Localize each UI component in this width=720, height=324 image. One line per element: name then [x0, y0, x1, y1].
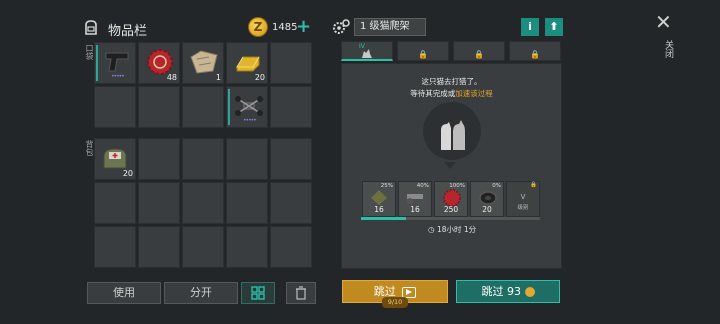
lock-icon: 🔒 [530, 50, 540, 59]
resource-slot-cloth[interactable]: 25% 16 [362, 181, 396, 217]
slot-bottlecaps[interactable]: 48 [138, 42, 180, 84]
slot-empty[interactable] [182, 182, 224, 224]
level-roman: V [520, 193, 526, 201]
timer: ◷ 18小时 1分 [428, 224, 476, 235]
item-quantity: 48 [166, 73, 177, 82]
durability-bar [96, 45, 98, 81]
coin-icon [524, 287, 535, 297]
wait-text: 等待其完成或 [410, 89, 456, 98]
cat-portrait [423, 102, 481, 160]
bottlecap-icon [147, 49, 173, 75]
skip-coins-button[interactable]: 跳过 93 [456, 280, 560, 303]
item-quantity: 1 [215, 73, 221, 82]
resource-slot-bottlecap[interactable]: 100% 250 [434, 181, 468, 217]
item-quantity: 20 [254, 73, 265, 82]
slot-gold-bar[interactable]: 20 [226, 42, 268, 84]
tab-level: IV [359, 43, 365, 50]
slot-empty[interactable] [182, 86, 224, 128]
medical-bag-icon [103, 148, 127, 169]
durability-bar [228, 89, 230, 125]
gold-bar-icon [236, 56, 260, 72]
progress-fill [361, 217, 406, 220]
slot-empty[interactable] [270, 42, 312, 84]
sort-grid-button[interactable] [241, 282, 275, 304]
use-button[interactable]: 使用 [87, 282, 161, 304]
tab-locked-2[interactable]: 🔒 [397, 41, 449, 61]
level-label: 级别 [517, 205, 529, 211]
pipe-icon [407, 194, 423, 204]
inventory-title: 物品栏 [108, 24, 148, 39]
skip-cost: 93 [507, 285, 521, 298]
slot-empty[interactable] [138, 86, 180, 128]
slot-empty[interactable] [226, 226, 268, 268]
lock-icon: 🔒 [530, 182, 537, 188]
skip-coins-label: 跳过 [481, 285, 504, 298]
slot-empty[interactable] [226, 182, 268, 224]
slot-empty[interactable] [94, 86, 136, 128]
slot-empty[interactable] [226, 138, 268, 180]
slot-empty[interactable] [94, 182, 136, 224]
ad-skips-remaining: 9/10 [382, 297, 408, 308]
slot-empty[interactable] [270, 182, 312, 224]
split-button[interactable]: 分开 [164, 282, 238, 304]
pistol-icon [105, 52, 129, 72]
quality-dots: ••••• [243, 117, 257, 124]
structure-title: 1 级猫爬架 [354, 18, 426, 36]
slot-drone[interactable]: ••••• [226, 86, 268, 128]
slot-medical-bag[interactable]: 20 [94, 138, 136, 180]
slot-empty[interactable] [138, 226, 180, 268]
coin-icon: Z [248, 17, 268, 37]
tab-cat-slot-1[interactable]: IV [341, 41, 393, 61]
slot-empty[interactable] [270, 138, 312, 180]
inventory-header: 物品栏 Z 1485 + [82, 14, 314, 42]
resource-slot-pipe[interactable]: 40% 16 [398, 181, 432, 217]
resource-slot-locked[interactable]: 🔒 V 级别 [506, 181, 540, 217]
slot-pistol[interactable]: ••••• [94, 42, 136, 84]
slot-empty[interactable] [270, 86, 312, 128]
tab-locked-3[interactable]: 🔒 [453, 41, 505, 61]
upgrade-button[interactable]: ⬆ [545, 18, 563, 36]
resource-amount: 16 [374, 205, 384, 214]
speed-up-link[interactable]: 加速该过程 [455, 89, 493, 98]
info-button[interactable]: i [521, 18, 539, 36]
slot-empty[interactable] [182, 226, 224, 268]
wait-message: 等待其完成或加速该过程 [341, 88, 562, 99]
trash-icon [296, 286, 306, 300]
pointer-arrow [444, 162, 456, 169]
drone-icon [235, 96, 263, 116]
tab-locked-4[interactable]: 🔒 [509, 41, 561, 61]
delete-button[interactable] [286, 282, 316, 304]
add-coins-button[interactable]: + [296, 18, 311, 36]
cat-silhouette-icon [441, 120, 465, 150]
slot-empty[interactable] [270, 226, 312, 268]
quality-dots: ••••• [111, 73, 125, 80]
slot-empty[interactable] [138, 182, 180, 224]
status-message: 这只猫去打猎了。 [421, 77, 482, 86]
coin-count: 1485 [272, 22, 298, 33]
slot-map[interactable]: 1 [182, 42, 224, 84]
backpack-icon [85, 20, 97, 35]
slot-empty[interactable] [94, 226, 136, 268]
video-icon [402, 286, 417, 298]
resource-slot-tire[interactable]: 0% 20 [470, 181, 504, 217]
lock-icon: 🔒 [418, 50, 428, 59]
clock-icon: ◷ [428, 225, 435, 234]
close-label[interactable]: 关闭 [662, 40, 675, 58]
slot-empty[interactable] [182, 138, 224, 180]
map-icon [190, 50, 218, 74]
grid-icon [251, 286, 265, 300]
resource-amount: 250 [443, 205, 459, 214]
resource-amount: 16 [410, 205, 420, 214]
resource-amount: 20 [482, 205, 492, 214]
timer-text: 18小时 1分 [436, 225, 477, 234]
close-icon[interactable]: ✕ [655, 10, 672, 34]
gear-icon [333, 19, 350, 34]
cloth-icon [371, 190, 387, 205]
item-quantity: 20 [122, 169, 133, 178]
lock-icon: 🔒 [474, 50, 484, 59]
slot-empty[interactable] [138, 138, 180, 180]
